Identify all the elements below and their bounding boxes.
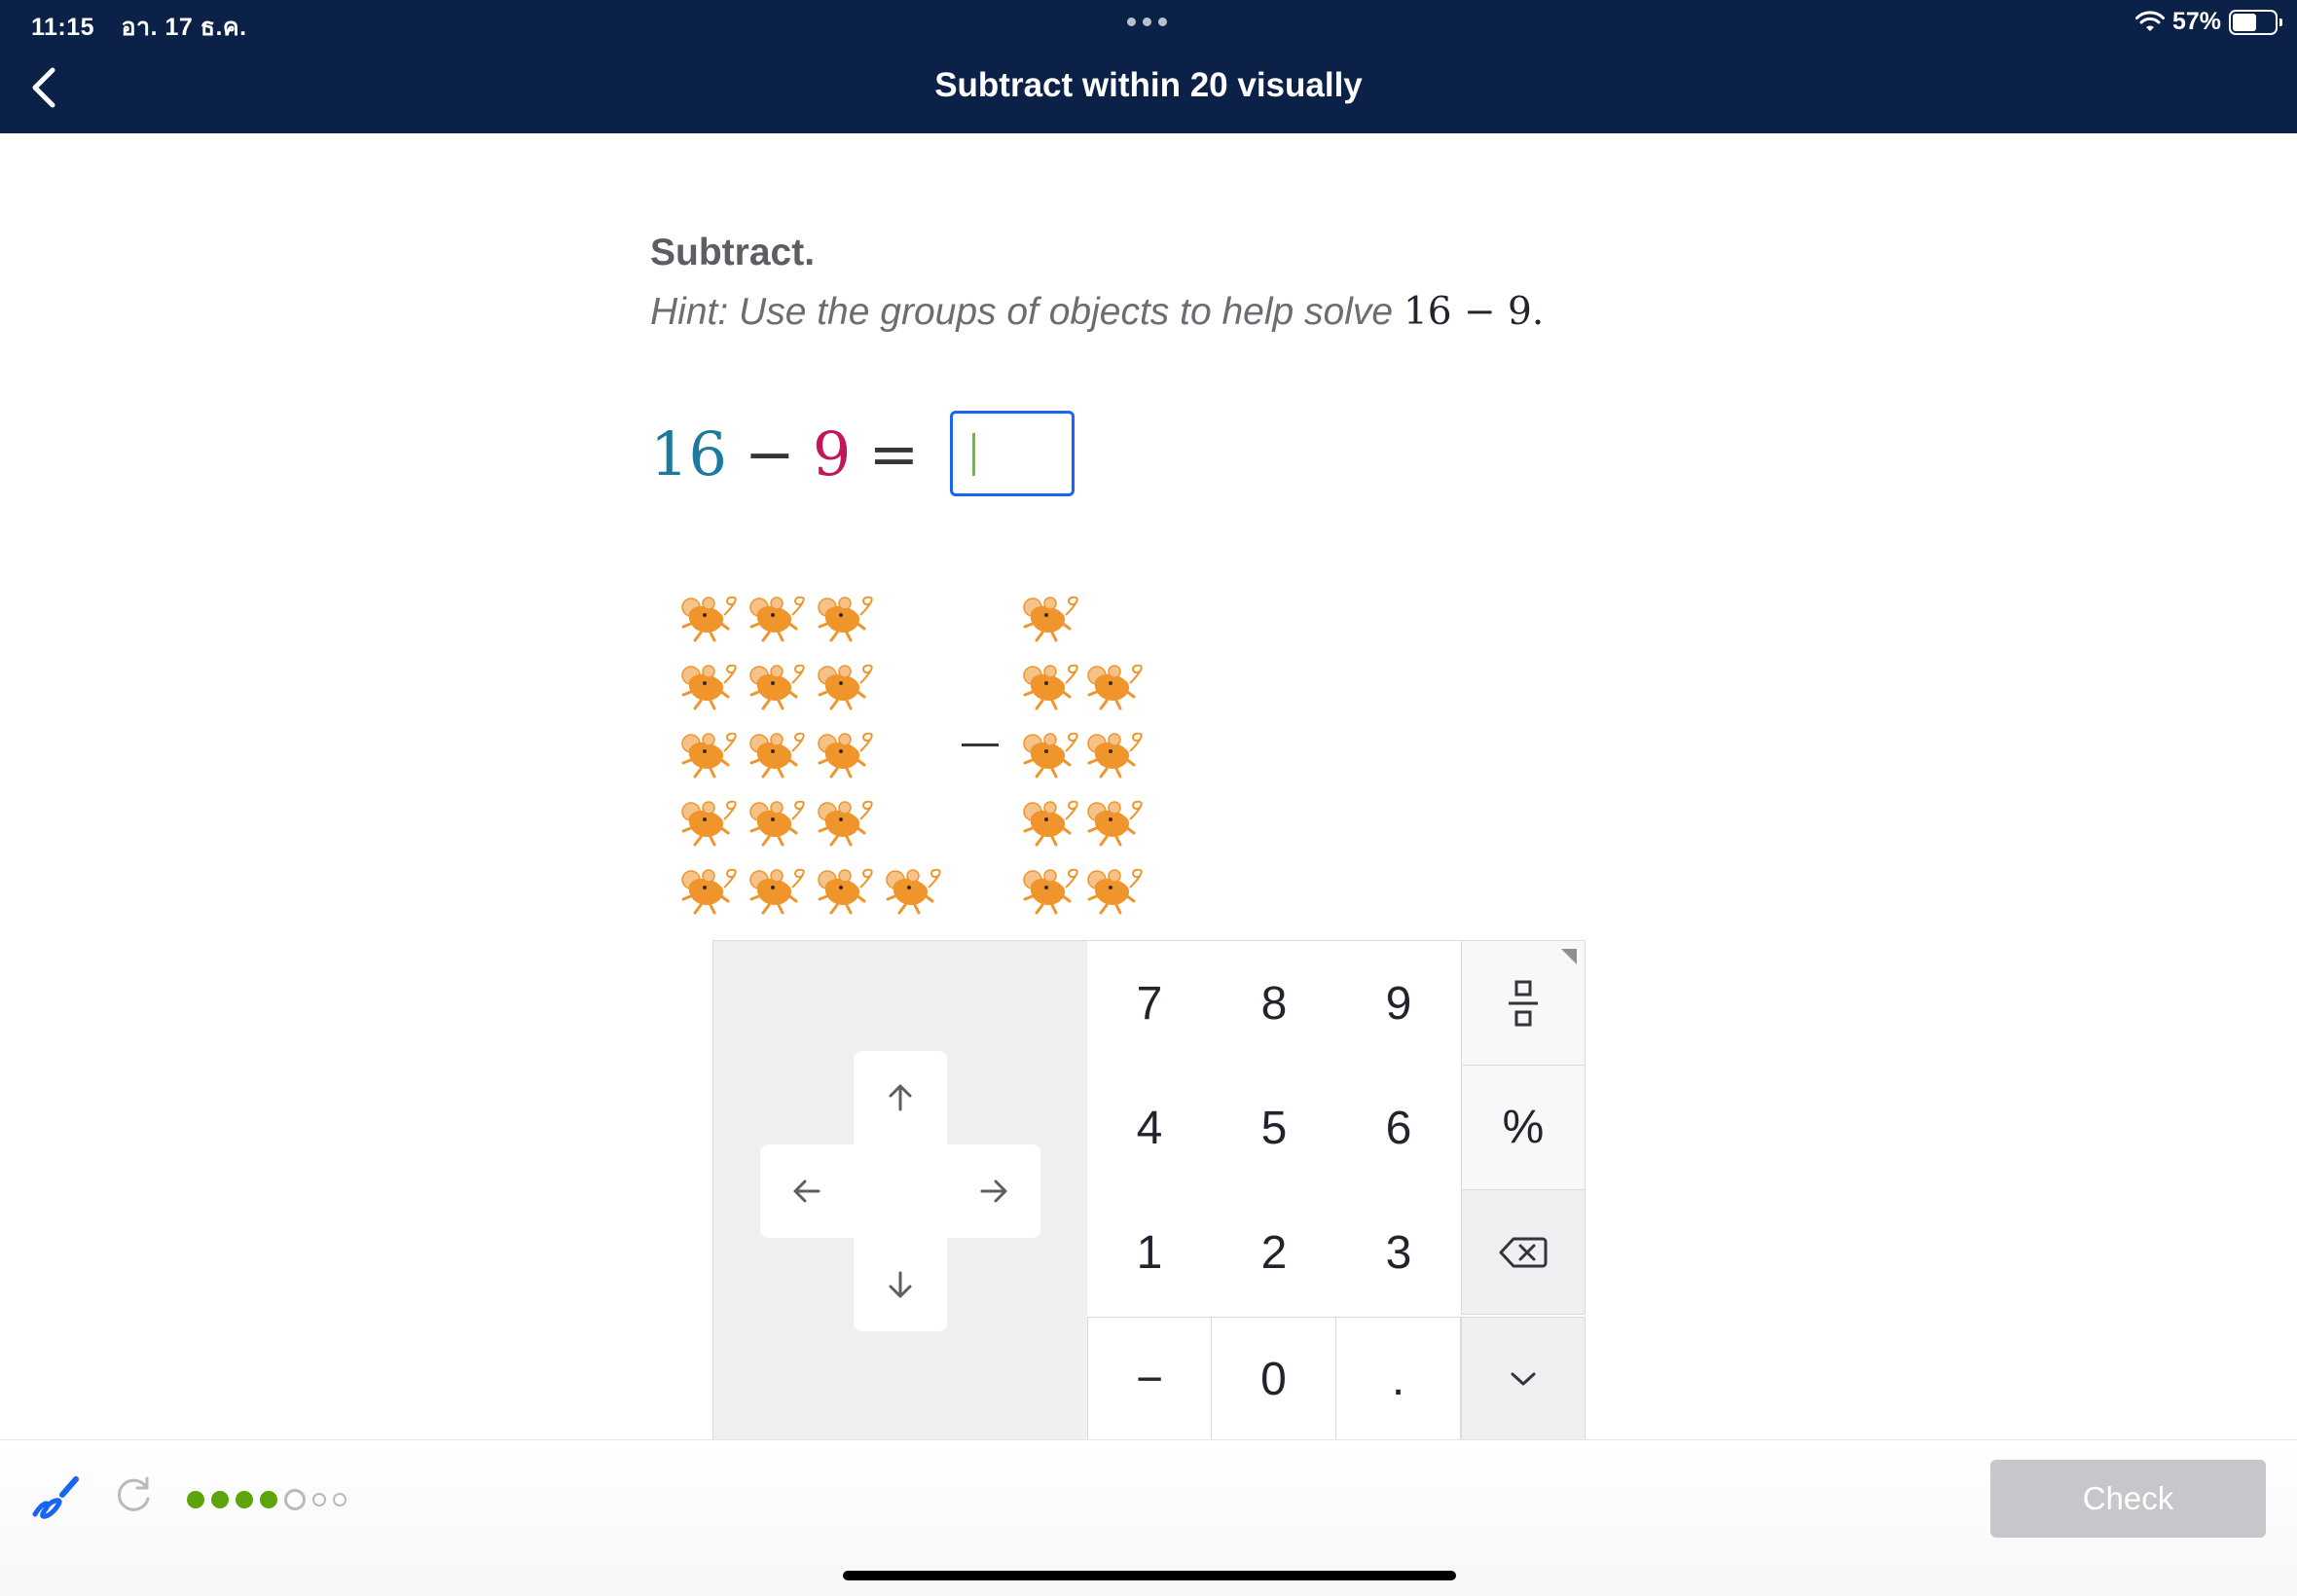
percent-button[interactable]: % xyxy=(1461,1066,1586,1190)
mouse-icon xyxy=(747,594,812,644)
key-negative[interactable]: − xyxy=(1087,1317,1212,1441)
scratchpad-button[interactable] xyxy=(29,1471,82,1524)
mouse-icon xyxy=(1085,730,1149,780)
math-keypad: 7 8 9 4 5 6 1 2 3 − 0 . % xyxy=(712,940,1586,1441)
hint-period: . xyxy=(1531,290,1545,334)
equation-minus: − xyxy=(744,417,795,490)
mouse-icon xyxy=(1085,662,1149,712)
backspace-button[interactable] xyxy=(1461,1190,1586,1315)
key-6[interactable]: 6 xyxy=(1336,1066,1461,1190)
key-5[interactable]: 5 xyxy=(1212,1066,1336,1190)
key-0[interactable]: 0 xyxy=(1212,1317,1336,1441)
backspace-icon xyxy=(1499,1237,1548,1267)
mouse-icon xyxy=(816,662,880,712)
arrow-up-button[interactable] xyxy=(854,1051,947,1144)
key-9[interactable]: 9 xyxy=(1336,941,1461,1066)
status-time: 11:15 xyxy=(31,14,95,41)
arrow-left-button[interactable] xyxy=(760,1144,854,1238)
key-2[interactable]: 2 xyxy=(1212,1190,1336,1315)
equation-equals: = xyxy=(868,417,920,490)
battery-icon xyxy=(2229,9,2282,35)
fraction-button[interactable] xyxy=(1461,941,1586,1066)
text-caret xyxy=(972,433,976,476)
arrow-down-button[interactable] xyxy=(854,1238,947,1331)
arrow-up-icon xyxy=(889,1084,912,1111)
check-button[interactable]: Check xyxy=(1990,1460,2266,1538)
arrow-left-icon xyxy=(793,1179,820,1203)
key-8[interactable]: 8 xyxy=(1212,941,1336,1066)
mouse-icon xyxy=(1085,798,1149,849)
mouse-icon xyxy=(1021,594,1085,644)
key-1[interactable]: 1 xyxy=(1087,1190,1212,1315)
app: 11:15 อา. 17 ธ.ค. 57% Subtract within 20… xyxy=(0,0,2297,1596)
top-bar: 11:15 อา. 17 ธ.ค. 57% Subtract within 20… xyxy=(0,0,2297,133)
equation-subtrahend: 9 xyxy=(812,417,852,490)
key-decimal[interactable]: . xyxy=(1336,1317,1461,1441)
key-3[interactable]: 3 xyxy=(1336,1190,1461,1315)
mouse-icon xyxy=(1021,662,1085,712)
mouse-icon xyxy=(816,594,880,644)
progress-dot-complete xyxy=(260,1491,277,1508)
cursor-navigation-pad xyxy=(713,941,1087,1441)
mouse-icon xyxy=(1021,730,1085,780)
mouse-icon xyxy=(1085,866,1149,917)
refresh-button[interactable] xyxy=(113,1475,154,1516)
exercise-title: Subtract within 20 visually xyxy=(934,66,1363,104)
mouse-icon xyxy=(747,730,812,780)
equation-minuend: 16 xyxy=(650,417,727,490)
progress-dot-complete xyxy=(187,1491,204,1508)
mouse-icon xyxy=(816,730,880,780)
mouse-icon xyxy=(1021,798,1085,849)
multitasking-dots-icon[interactable] xyxy=(1127,18,1167,26)
mouse-icon xyxy=(679,730,744,780)
progress-dot-complete xyxy=(211,1491,229,1508)
mouse-icon xyxy=(816,798,880,849)
mouse-icon xyxy=(679,594,744,644)
mouse-icon xyxy=(884,866,948,917)
hint-expression: 16 − 9 xyxy=(1403,290,1532,334)
arrow-right-button[interactable] xyxy=(947,1144,1040,1238)
hint-text: Hint: Use the groups of objects to help … xyxy=(650,291,1394,333)
answer-input[interactable] xyxy=(950,411,1076,496)
key-7[interactable]: 7 xyxy=(1087,941,1212,1066)
progress-dot-pending xyxy=(333,1493,346,1506)
mouse-icon xyxy=(679,798,744,849)
question-hint: Hint: Use the groups of objects to help … xyxy=(650,290,1544,334)
fraction-icon xyxy=(1509,980,1538,1026)
arrow-down-icon xyxy=(889,1271,912,1298)
progress-dot-current xyxy=(284,1489,306,1510)
mouse-icon xyxy=(1021,866,1085,917)
arrow-right-icon xyxy=(980,1179,1007,1203)
mouse-icon xyxy=(747,866,812,917)
wifi-icon xyxy=(2134,10,2165,31)
progress-dot-pending xyxy=(312,1493,326,1506)
mouse-icon xyxy=(747,798,812,849)
arrow-center xyxy=(854,1144,947,1238)
mouse-icon xyxy=(679,866,744,917)
equation: 16 − 9 = xyxy=(650,409,1076,498)
battery-percent: 57% xyxy=(2171,8,2221,35)
progress-dot-complete xyxy=(236,1491,253,1508)
status-bar-right: 57% xyxy=(2134,8,2282,36)
key-4[interactable]: 4 xyxy=(1087,1066,1212,1190)
progress-dots xyxy=(187,1489,346,1510)
refresh-icon xyxy=(117,1476,150,1511)
status-bar-left: 11:15 อา. 17 ธ.ค. xyxy=(31,8,267,47)
dismiss-keypad-button[interactable] xyxy=(1461,1317,1586,1441)
question-instruction: Subtract. xyxy=(650,232,816,273)
mouse-icon xyxy=(747,662,812,712)
scratchpad-icon xyxy=(32,1476,79,1519)
chevron-down-icon xyxy=(1511,1372,1536,1386)
home-indicator[interactable] xyxy=(843,1571,1456,1580)
mouse-icon xyxy=(816,866,880,917)
status-date: อา. 17 ธ.ค. xyxy=(121,14,247,41)
groups-minus-sign xyxy=(962,744,999,746)
keypad-expand-indicator xyxy=(1561,949,1577,964)
mouse-icon xyxy=(679,662,744,712)
